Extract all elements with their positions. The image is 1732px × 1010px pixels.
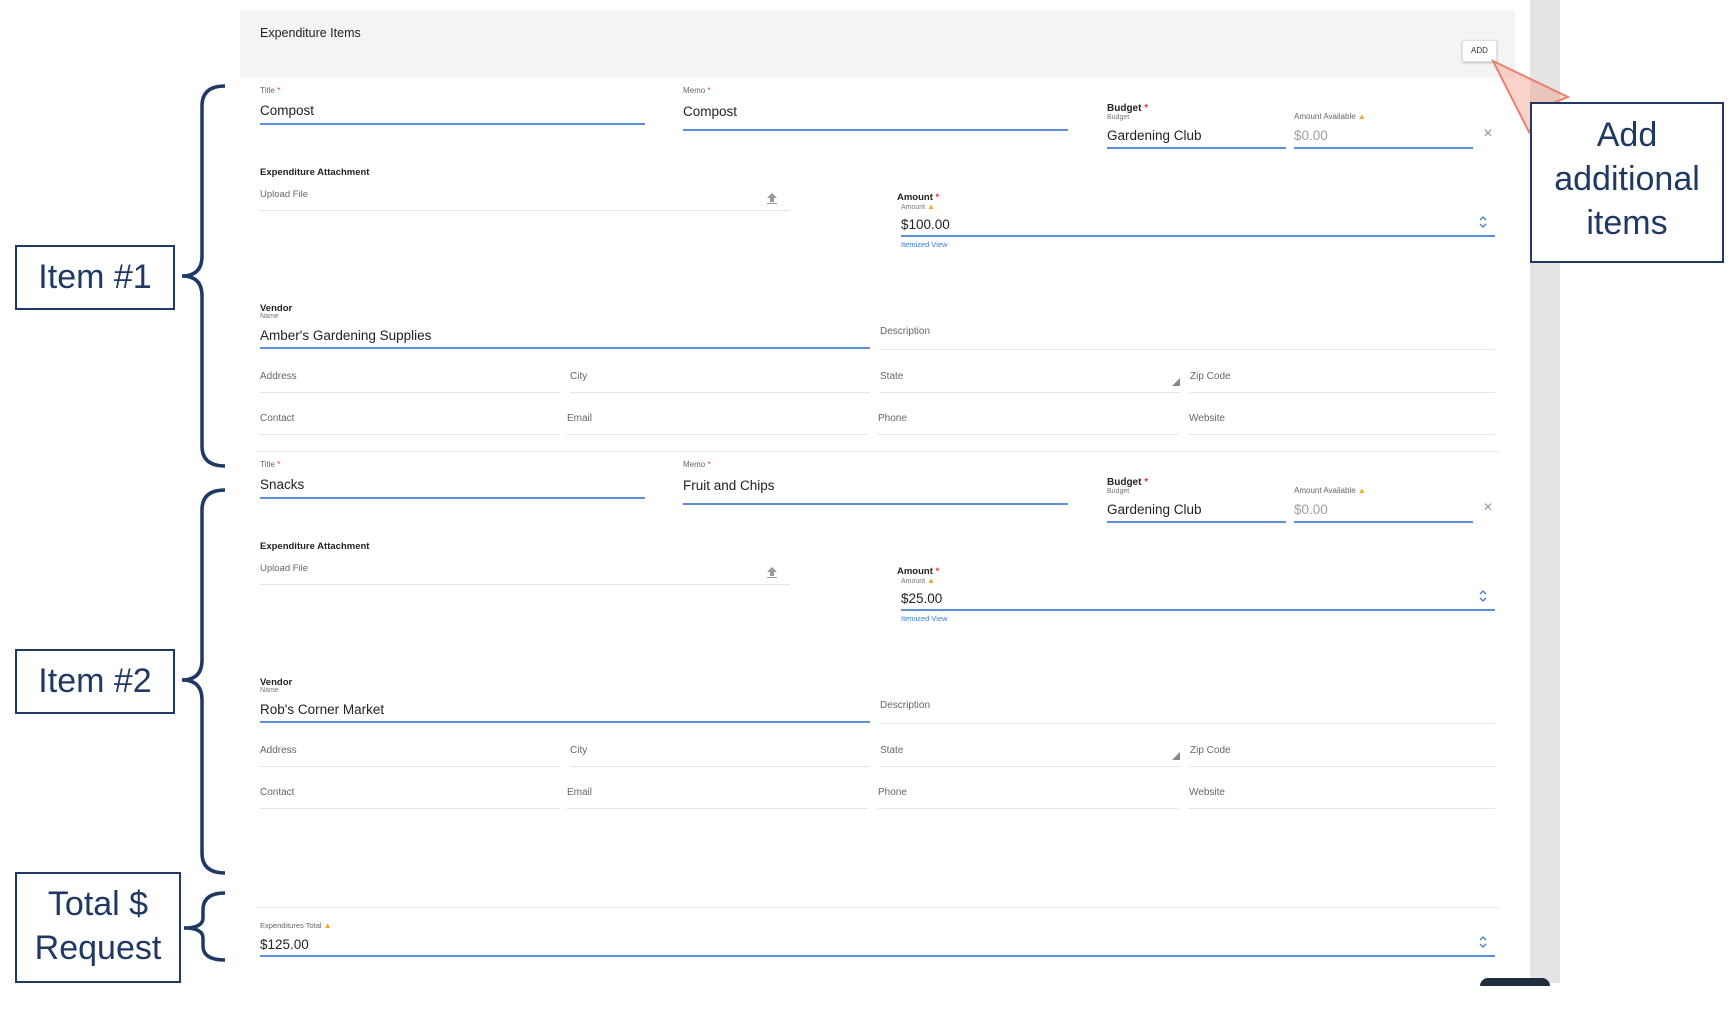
item-2-annotation: Item #2: [15, 649, 175, 714]
item-1-annotation: Item #1: [15, 245, 175, 310]
total-annotation-line1: Total $: [47, 885, 149, 923]
total-brace: [183, 891, 226, 962]
annotation-overlay: [181, 58, 1584, 962]
add-annotation-line3: items: [1586, 204, 1668, 242]
add-annotation-line1: Add: [1596, 116, 1658, 154]
total-annotation: Total $ Request: [15, 872, 181, 983]
add-items-annotation: Add additional items: [1530, 102, 1724, 263]
item-2-brace: [181, 488, 226, 875]
total-annotation-line2: Request: [34, 929, 162, 967]
item-1-brace: [181, 84, 226, 468]
add-annotation-line2: additional: [1554, 160, 1700, 198]
floating-button-edge[interactable]: [1480, 978, 1550, 986]
